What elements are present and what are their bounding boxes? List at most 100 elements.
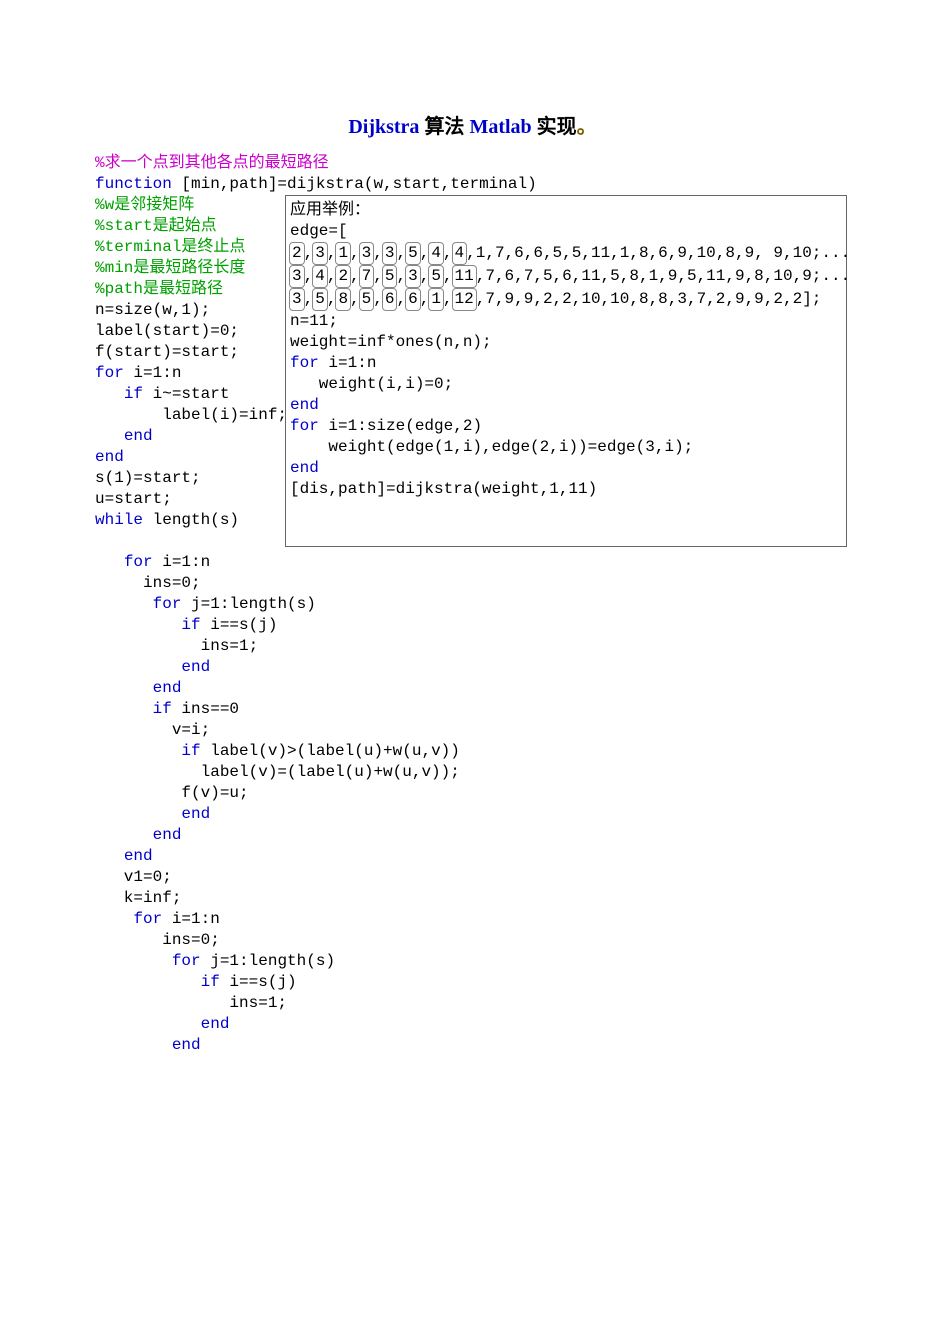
code-line: label(i)=inf;: [95, 406, 287, 424]
code-text: i=1:n: [124, 364, 182, 382]
edge-rest: ,1,7,6,6,5,5,11,1,8,6,9,10,8,9, 9,10;...: [466, 244, 850, 262]
code-line: label(start)=0;: [95, 322, 239, 340]
edge-cell: 2: [289, 242, 305, 265]
keyword: end: [124, 427, 153, 445]
keyword: end: [290, 396, 319, 414]
code-text: i==s(j): [201, 616, 278, 634]
comment-line: %求一个点到其他各点的最短路径: [95, 154, 329, 172]
edge-cell: 3: [312, 242, 328, 265]
keyword: if: [201, 973, 220, 991]
keyword: if: [181, 616, 200, 634]
edge-cell: 1: [428, 288, 444, 311]
code-line: s(1)=start;: [95, 469, 201, 487]
edge-cell: 3: [289, 288, 305, 311]
edge-cell: 12: [452, 288, 477, 311]
keyword: end: [153, 679, 182, 697]
code-line: f(v)=u;: [95, 784, 249, 802]
code-text: i=1:n: [153, 553, 211, 571]
example-line: weight(edge(1,i),edge(2,i))=edge(3,i);: [290, 438, 693, 456]
keyword: for: [172, 952, 201, 970]
keyword: end: [124, 847, 153, 865]
code-text: j=1:length(s): [181, 595, 315, 613]
code-text: j=1:length(s): [201, 952, 335, 970]
edge-cell: 2: [335, 265, 351, 288]
keyword: while: [95, 511, 143, 529]
title-period: 。: [577, 116, 597, 138]
code-text: i~=start: [143, 385, 229, 403]
code-text: label(v)>(label(u)+w(u,v)): [201, 742, 460, 760]
code-line: n=size(w,1);: [95, 301, 210, 319]
keyword: for: [133, 910, 162, 928]
example-title: 应用举例：: [290, 201, 370, 219]
edge-cell: 5: [312, 288, 328, 311]
code-line: u=start;: [95, 490, 172, 508]
keyword: if: [124, 385, 143, 403]
keyword: end: [95, 448, 124, 466]
keyword: for: [153, 595, 182, 613]
code-line: k=inf;: [95, 889, 181, 907]
code-line: v=i;: [95, 721, 210, 739]
code-line: ins=0;: [95, 931, 220, 949]
edge-cell: 6: [382, 288, 398, 311]
edge-cell: 3: [289, 265, 305, 288]
code-text: i=1:n: [319, 354, 377, 372]
keyword: if: [153, 700, 172, 718]
code-text: i==s(j): [220, 973, 297, 991]
comment-line: %terminal是终止点: [95, 238, 245, 256]
example-box: 应用举例： edge=[ 2,3,1,3,3,5,4,4,1,7,6,6,5,5…: [285, 195, 847, 547]
edge-cell: 4: [452, 242, 468, 265]
keyword: end: [181, 658, 210, 676]
code-with-inset: %w是邻接矩阵 %start是起始点 %terminal是终止点 %min是最短…: [95, 195, 850, 531]
keyword: end: [181, 805, 210, 823]
comment-line: %min是最短路径长度: [95, 259, 245, 277]
edge-cell: 4: [428, 242, 444, 265]
comment-line: %start是起始点: [95, 217, 217, 235]
edge-cell: 7: [359, 265, 375, 288]
edge-cell: 3: [382, 242, 398, 265]
edge-cell: 5: [428, 265, 444, 288]
keyword: if: [181, 742, 200, 760]
title-part-4: 实现: [537, 116, 577, 138]
example-line: weight=inf*ones(n,n);: [290, 333, 492, 351]
example-line: [dis,path]=dijkstra(weight,1,11): [290, 480, 597, 498]
keyword: end: [153, 826, 182, 844]
edge-cell: 11: [452, 265, 477, 288]
code-line: ins=0;: [95, 574, 201, 592]
comment-line: %w是邻接矩阵: [95, 196, 194, 214]
example-line: weight(i,i)=0;: [290, 375, 453, 393]
edge-cell: 5: [405, 242, 421, 265]
edge-cell: 8: [335, 288, 351, 311]
keyword: for: [124, 553, 153, 571]
keyword: for: [95, 364, 124, 382]
edge-cell: 5: [382, 265, 398, 288]
edge-rest: ,7,6,7,5,6,11,5,8,1,9,5,11,9,8,10,9;...: [476, 267, 850, 285]
keyword: function: [95, 175, 172, 193]
code-line: ins=1;: [95, 994, 287, 1012]
code-line: f(start)=start;: [95, 343, 239, 361]
code-line: label(v)=(label(u)+w(u,v));: [95, 763, 460, 781]
example-line: n=11;: [290, 312, 338, 330]
code-line: v1=0;: [95, 868, 172, 886]
edge-cell: 4: [312, 265, 328, 288]
edge-cell: 6: [405, 288, 421, 311]
title-part-3: Matlab: [469, 116, 531, 138]
main-code: %求一个点到其他各点的最短路径 function [min,path]=dijk…: [95, 153, 850, 1056]
keyword: for: [290, 417, 319, 435]
title-part-1: Dijkstra: [348, 116, 419, 138]
edge-cell: 1: [335, 242, 351, 265]
keyword: end: [172, 1036, 201, 1054]
edge-cell: 3: [405, 265, 421, 288]
code-text: ins==0: [172, 700, 239, 718]
title-part-2: 算法: [424, 116, 464, 138]
keyword: end: [290, 459, 319, 477]
edge-cell: 3: [359, 242, 375, 265]
comment-line: %path是最短路径: [95, 280, 223, 298]
keyword: end: [201, 1015, 230, 1033]
code-line: ins=1;: [95, 637, 258, 655]
code-text: i=1:size(edge,2): [319, 417, 482, 435]
code-text: length(s): [143, 511, 239, 529]
page-title: Dijkstra 算法 Matlab 实现。: [95, 110, 850, 139]
code-text: i=1:n: [162, 910, 220, 928]
edge-rest: ,7,9,9,2,2,10,10,8,8,3,7,2,9,9,2,2];: [476, 290, 822, 308]
keyword: for: [290, 354, 319, 372]
